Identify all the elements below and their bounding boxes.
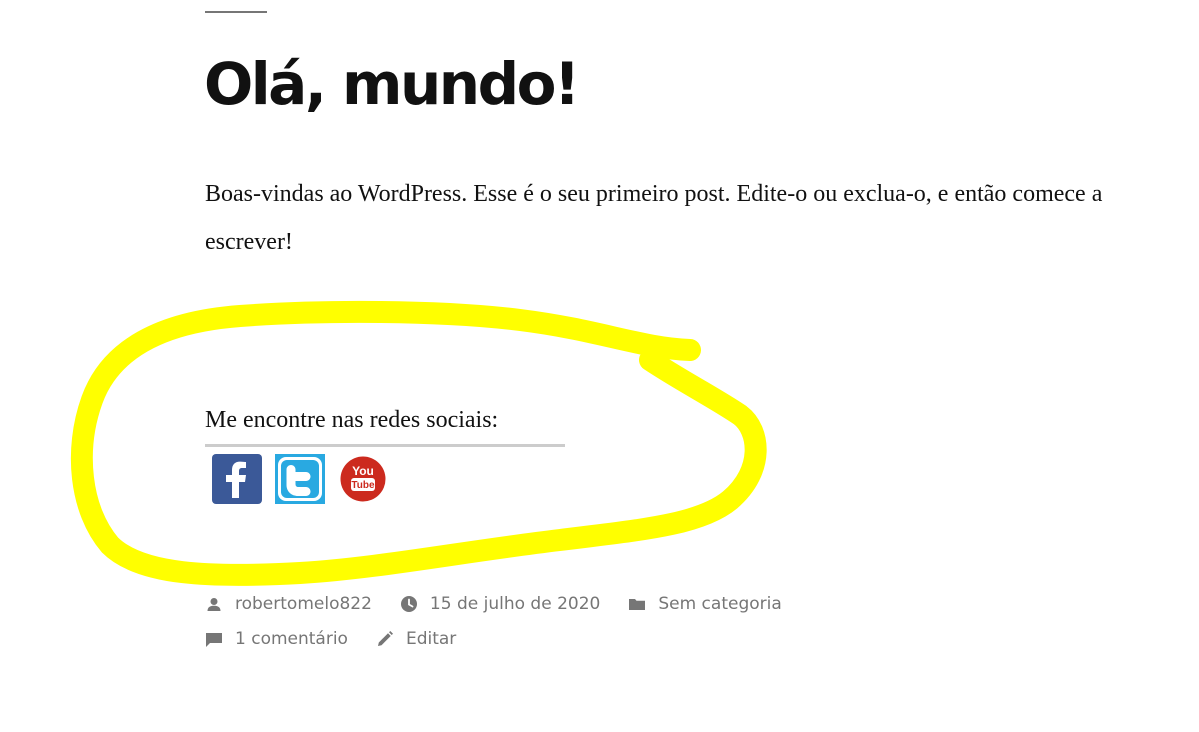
post-title[interactable]: Olá, mundo! [204,44,580,124]
facebook-link[interactable] [212,454,262,504]
edit-meta[interactable]: Editar [376,629,456,649]
person-icon [205,595,223,613]
post-category: Sem categoria [658,594,782,614]
social-heading: Me encontre nas redes sociais: [205,402,565,447]
post-meta-row-1: robertomelo822 15 de julho de 2020 Sem c… [205,594,810,614]
comments-meta[interactable]: 1 comentário [205,629,348,649]
post-content: Boas-vindas ao WordPress. Esse é o seu p… [205,181,1103,255]
post-date: 15 de julho de 2020 [429,594,601,614]
author-name: robertomelo822 [235,594,372,614]
youtube-logo-text-bottom: Tube [351,480,375,491]
edit-link: Editar [405,629,457,649]
date-meta[interactable]: 15 de julho de 2020 [400,594,600,614]
post-meta-row-2: 1 comentário Editar [205,629,484,649]
clock-icon [400,595,418,613]
youtube-icon: You Tube [340,456,386,502]
folder-icon [628,595,646,613]
comments-link: 1 comentário [235,629,348,649]
facebook-icon [212,454,262,504]
twitter-link[interactable] [275,454,325,504]
twitter-icon [275,454,325,504]
author-meta[interactable]: robertomelo822 [205,594,372,614]
category-meta[interactable]: Sem categoria [628,594,782,614]
pencil-icon [376,630,394,648]
title-divider [205,11,267,13]
comment-icon [205,630,223,648]
youtube-logo-text-top: You [352,464,374,478]
highlight-annotation [70,300,767,586]
youtube-link[interactable]: You Tube [340,454,388,504]
